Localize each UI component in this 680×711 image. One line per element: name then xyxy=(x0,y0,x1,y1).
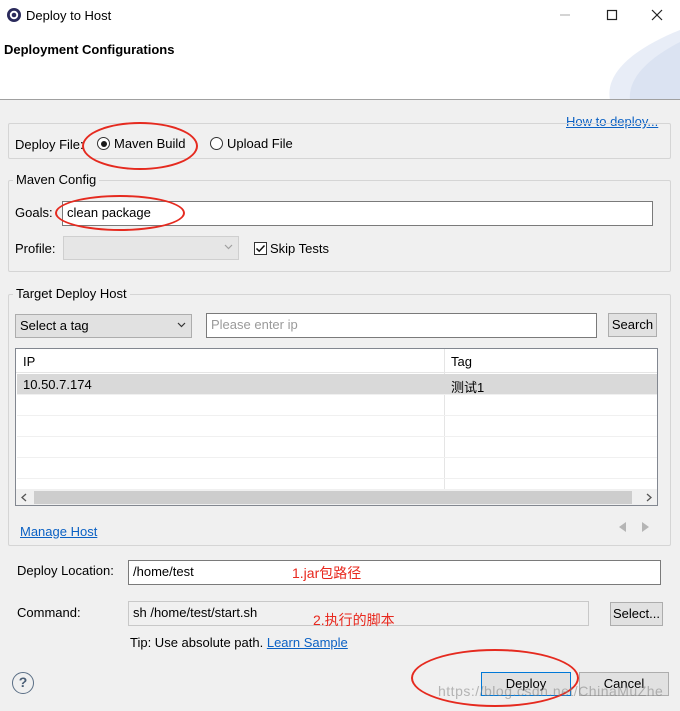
checkbox-box xyxy=(254,242,267,255)
annotation-oval-goals xyxy=(55,195,185,231)
column-header-tag[interactable]: Tag xyxy=(451,354,472,369)
command-label: Command: xyxy=(17,605,81,620)
table-cell-ip: 10.50.7.174 xyxy=(23,377,92,392)
goals-label: Goals: xyxy=(15,205,53,220)
header-decoration-icon xyxy=(609,30,680,99)
app-icon xyxy=(6,7,22,23)
dialog-header: Deployment Configurations xyxy=(0,30,680,100)
next-page-icon[interactable] xyxy=(641,521,650,533)
profile-label: Profile: xyxy=(15,241,56,256)
annotation-jar-path: 1.jar包路径 xyxy=(292,565,362,581)
maximize-button[interactable] xyxy=(589,0,635,30)
table-row[interactable] xyxy=(17,374,657,395)
watermark: https://blog.csdn.net/ChinaMuZhe xyxy=(438,683,664,699)
chevron-down-icon xyxy=(177,322,186,328)
help-icon[interactable]: ? xyxy=(12,672,34,694)
scroll-right-icon[interactable] xyxy=(645,493,653,502)
skip-tests-label: Skip Tests xyxy=(270,241,330,256)
column-header-ip[interactable]: IP xyxy=(23,354,35,369)
table-cell-tag: 测试1 xyxy=(451,380,485,395)
host-table: IP Tag 10.50.7.174 测试1 xyxy=(15,348,658,506)
annotation-oval-maven xyxy=(82,122,198,170)
profile-select[interactable] xyxy=(63,236,239,260)
maven-config-legend: Maven Config xyxy=(13,172,100,187)
learn-sample-link[interactable]: Learn Sample xyxy=(267,635,348,650)
prev-page-icon[interactable] xyxy=(618,521,627,533)
skip-tests-checkbox[interactable]: Skip Tests xyxy=(254,241,329,256)
deploy-location-input[interactable]: /home/test xyxy=(128,560,661,585)
horizontal-scrollbar[interactable] xyxy=(16,489,657,505)
chevron-down-icon xyxy=(224,244,233,250)
tip-text: Tip: Use absolute path. xyxy=(130,635,264,650)
target-host-legend: Target Deploy Host xyxy=(13,286,130,301)
ip-search-placeholder: Please enter ip xyxy=(211,317,298,332)
title-bar: Deploy to Host xyxy=(0,0,680,30)
window-title: Deploy to Host xyxy=(26,8,112,23)
radio-upload-file-label: Upload File xyxy=(227,136,293,151)
tag-select-value: Select a tag xyxy=(20,318,89,333)
table-header-row xyxy=(16,349,657,373)
select-script-button[interactable]: Select... xyxy=(610,602,663,626)
close-button[interactable] xyxy=(634,0,680,30)
manage-host-link[interactable]: Manage Host xyxy=(20,524,97,539)
deploy-location-label: Deploy Location: xyxy=(17,563,114,578)
search-button[interactable]: Search xyxy=(608,313,657,337)
header-title: Deployment Configurations xyxy=(4,42,175,57)
tag-select[interactable]: Select a tag xyxy=(15,314,192,338)
minimize-button[interactable] xyxy=(542,0,588,30)
deploy-file-label: Deploy File: xyxy=(15,137,84,152)
annotation-script: 2.执行的脚本 xyxy=(313,612,395,628)
scrollbar-thumb[interactable] xyxy=(34,491,632,504)
radio-indicator-icon xyxy=(210,137,223,150)
table-row-empty xyxy=(17,458,657,479)
table-row-empty xyxy=(17,416,657,437)
radio-upload-file[interactable]: Upload File xyxy=(210,136,293,151)
table-row-empty xyxy=(17,395,657,416)
command-tip: Tip: Use absolute path. Learn Sample xyxy=(130,635,348,650)
table-row-empty xyxy=(17,437,657,458)
ip-search-input[interactable]: Please enter ip xyxy=(206,313,597,338)
check-icon xyxy=(255,244,266,253)
scroll-left-icon[interactable] xyxy=(20,493,28,502)
